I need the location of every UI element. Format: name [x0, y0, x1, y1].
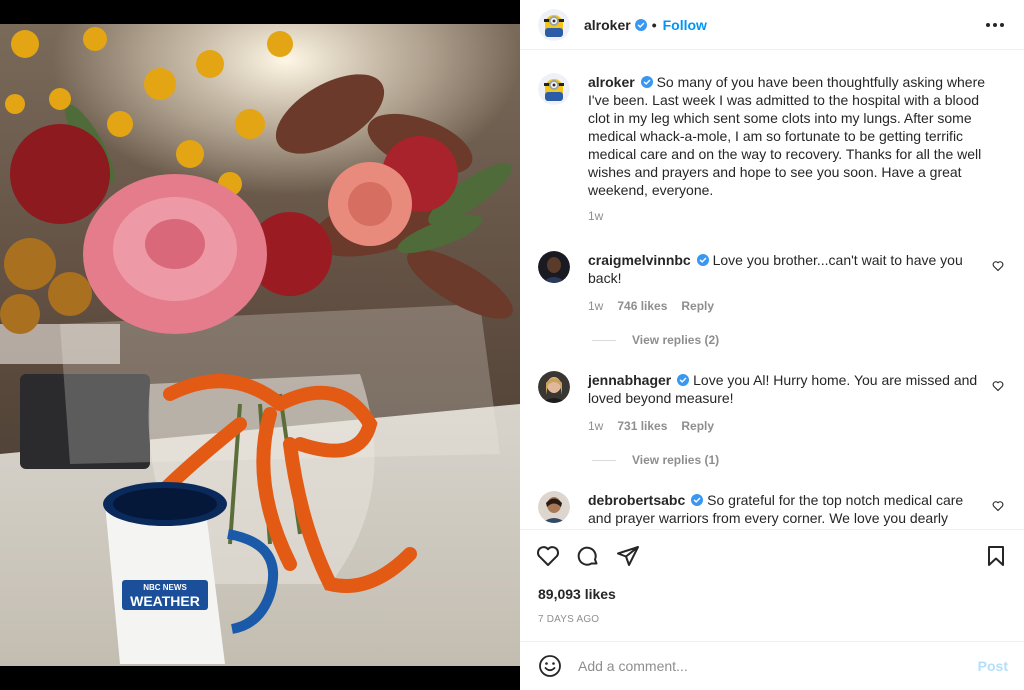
- verified-badge-icon: [634, 18, 647, 31]
- flowers-photo-illustration: NBC NEWS WEATHER: [0, 24, 520, 666]
- comment-username[interactable]: jennabhager: [588, 372, 671, 388]
- comments-list[interactable]: alroker So many of you have been thought…: [520, 51, 1024, 529]
- likes-count[interactable]: 89,093 likes: [520, 586, 1024, 602]
- replies-divider-line: [592, 459, 616, 461]
- commenter-avatar[interactable]: [538, 251, 570, 283]
- comment-like-heart-icon[interactable]: [992, 500, 1004, 512]
- commenter-avatar[interactable]: [538, 371, 570, 403]
- photo-panel: NBC NEWS WEATHER: [0, 0, 520, 690]
- post-header: alroker • Follow: [520, 0, 1024, 50]
- caption-username[interactable]: alroker: [588, 74, 635, 90]
- add-comment-input[interactable]: [578, 658, 978, 674]
- comment-username[interactable]: debrobertsabc: [588, 492, 685, 508]
- reply-button[interactable]: Reply: [681, 297, 714, 315]
- separator-dot: •: [651, 16, 657, 33]
- author-username[interactable]: alroker: [584, 17, 631, 33]
- follow-button[interactable]: Follow: [663, 17, 707, 33]
- caption-text: So many of you have been thoughtfully as…: [588, 74, 986, 198]
- view-replies-button[interactable]: View replies (1): [592, 453, 1008, 467]
- paper-plane-icon[interactable]: [616, 544, 640, 568]
- more-options-icon[interactable]: [982, 19, 1008, 31]
- action-bar: [520, 530, 1024, 582]
- bookmark-icon[interactable]: [984, 544, 1008, 568]
- view-replies-label: View replies (1): [632, 453, 720, 467]
- post-modal: NBC NEWS WEATHER alroker • Follow alroke…: [0, 0, 1024, 690]
- comment-item: debrobertsabc So grateful for the top no…: [538, 491, 1008, 527]
- person-avatar-icon: [538, 251, 570, 283]
- comment-bubble-icon[interactable]: [576, 544, 600, 568]
- post-timestamp[interactable]: 7 DAYS AGO: [520, 614, 1024, 625]
- verified-badge-icon: [640, 76, 653, 88]
- comment-item: jennabhager Love you Al! Hurry home. You…: [538, 371, 1008, 435]
- person-avatar-icon: [538, 371, 570, 403]
- author-avatar[interactable]: [538, 8, 570, 41]
- post-comment-button[interactable]: Post: [978, 658, 1008, 674]
- minion-avatar-icon: [538, 73, 570, 105]
- minion-avatar-icon: [538, 8, 570, 41]
- comment-like-heart-icon[interactable]: [992, 380, 1004, 392]
- commenter-avatar[interactable]: [538, 491, 570, 523]
- comment-time[interactable]: 1w: [588, 297, 603, 315]
- mug-label-bottom: WEATHER: [130, 593, 200, 609]
- post-caption: alroker So many of you have been thought…: [538, 51, 1008, 225]
- verified-badge-icon: [691, 494, 704, 506]
- view-replies-label: View replies (2): [632, 333, 720, 347]
- view-replies-button[interactable]: View replies (2): [592, 333, 1008, 347]
- verified-badge-icon: [696, 254, 709, 266]
- mug-label-top: NBC NEWS: [143, 583, 187, 592]
- comment-username[interactable]: craigmelvinnbc: [588, 252, 691, 268]
- comment-like-heart-icon[interactable]: [992, 260, 1004, 272]
- author-avatar[interactable]: [538, 73, 570, 105]
- comment-item: craigmelvinnbc Love you brother...can't …: [538, 251, 1008, 315]
- replies-divider-line: [592, 339, 616, 341]
- emoji-icon[interactable]: [538, 654, 562, 678]
- post-photo[interactable]: NBC NEWS WEATHER: [0, 24, 520, 666]
- post-actions-section: 89,093 likes 7 DAYS AGO: [520, 529, 1024, 625]
- comment-likes[interactable]: 746 likes: [617, 297, 667, 315]
- comment-time[interactable]: 1w: [588, 417, 603, 435]
- comment-composer: Post: [520, 641, 1024, 690]
- post-sidebar: alroker • Follow alroker So many of you …: [520, 0, 1024, 690]
- comment-likes[interactable]: 731 likes: [617, 417, 667, 435]
- heart-icon[interactable]: [536, 544, 560, 568]
- caption-time[interactable]: 1w: [588, 207, 603, 225]
- reply-button[interactable]: Reply: [681, 417, 714, 435]
- person-avatar-icon: [538, 491, 570, 523]
- verified-badge-icon: [677, 374, 690, 386]
